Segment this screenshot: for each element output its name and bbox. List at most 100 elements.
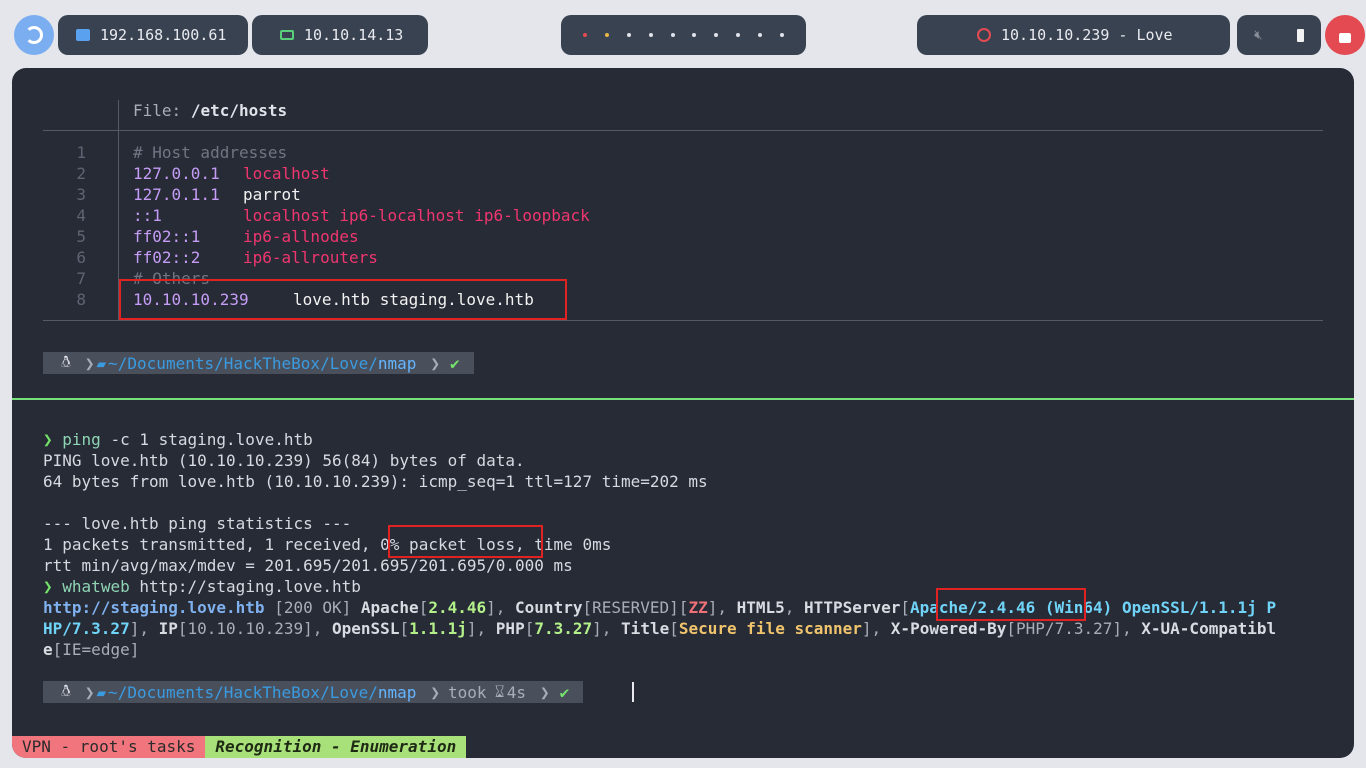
- prompt-symbol: ❯: [43, 430, 53, 449]
- text-cursor[interactable]: [632, 682, 634, 702]
- ww-value: 2.4.46: [428, 598, 487, 617]
- took-label: took: [448, 682, 487, 702]
- hosts-name: localhost ip6-localhost ip6-loopback: [243, 206, 590, 225]
- linux-icon: 🐧︎: [61, 681, 71, 700]
- ww-value: Secure file scanner: [678, 619, 862, 638]
- line-number: 4: [76, 206, 86, 225]
- highlight-apache-version: [936, 588, 1086, 621]
- workspace-9[interactable]: [758, 33, 763, 37]
- workspace-1[interactable]: [582, 33, 587, 37]
- command-line-whatweb: ❯ whatweb http://staging.love.htb: [43, 576, 361, 597]
- status-segment: ❯ ✔: [531, 681, 584, 703]
- hosts-ip: ff02::1: [133, 227, 201, 246]
- hosts-name: ip6-allrouters: [243, 248, 378, 267]
- system-tray[interactable]: 🔇︎: [1237, 15, 1321, 55]
- window-tab-active[interactable]: Recognition - Enumeration: [205, 736, 467, 758]
- ww-label: IP: [158, 619, 178, 638]
- terminal-window[interactable]: File: /etc/hosts 1 2 3 4 5 6 7 8 # Host …: [12, 68, 1354, 758]
- path-current: nmap: [377, 353, 417, 373]
- workspace-6[interactable]: [692, 33, 697, 37]
- path-prefix: ~/Documents/HackTheBox/Love/: [108, 353, 378, 373]
- whatweb-output-line: e[IE=edge]: [43, 640, 140, 659]
- local-ip-widget[interactable]: 192.168.100.61: [58, 15, 248, 55]
- ww-label: X-Powered-By: [890, 619, 1007, 638]
- battery-icon: [1296, 28, 1304, 42]
- linux-icon: 🐧︎: [61, 352, 71, 371]
- hosts-comment: # Host addresses: [133, 143, 288, 162]
- volume-muted-icon[interactable]: 🔇︎: [1254, 28, 1262, 43]
- output-line: PING love.htb (10.10.10.239) 56(84) byte…: [43, 451, 525, 470]
- whatweb-status: [200 OK]: [264, 598, 361, 617]
- folder-icon: ▰: [96, 353, 107, 373]
- ww-value: HP/7.3.27: [43, 619, 130, 638]
- ww-label: HTML5: [736, 598, 785, 617]
- highlight-hosts-entry: [119, 279, 567, 320]
- command-name: ping: [62, 430, 101, 449]
- file-footer-rule: [43, 320, 1323, 321]
- local-ip-text: 192.168.100.61: [100, 26, 227, 44]
- parrot-menu-icon[interactable]: [14, 15, 54, 55]
- line-number: 5: [76, 227, 86, 246]
- ww-value: 1.1.1j: [409, 619, 467, 638]
- folder-icon: ▰: [96, 682, 107, 702]
- file-header-rule: [43, 130, 1323, 131]
- target-widget[interactable]: 10.10.10.239 - Love: [917, 15, 1230, 55]
- vpn-ip-widget[interactable]: 10.10.14.13: [252, 15, 428, 55]
- highlight-packet-loss: [388, 525, 543, 558]
- file-header-label: File:: [133, 101, 182, 120]
- line-number: 3: [76, 185, 86, 204]
- workspace-7[interactable]: [714, 33, 719, 37]
- workspace-3[interactable]: [626, 33, 631, 37]
- ww-label: HTTPServer: [804, 598, 901, 617]
- hosts-ip: ff02::2: [133, 248, 201, 267]
- ww-value: PHP/7.3.27: [1016, 619, 1113, 638]
- target-text: 10.10.10.239 - Love: [1001, 26, 1173, 44]
- ww-label: X-UA-Compatibl: [1141, 619, 1277, 638]
- workspace-2[interactable]: [604, 33, 609, 37]
- session-tab[interactable]: VPN - root's tasks: [12, 736, 206, 758]
- target-icon: [977, 28, 991, 42]
- file-header-name: /etc/hosts: [190, 101, 288, 120]
- output-line: 64 bytes from love.htb (10.10.10.239): i…: [43, 472, 708, 491]
- prompt-symbol: ❯: [43, 577, 53, 596]
- shell-prompt: 🐧︎ ❯ ▰ ~/Documents/HackTheBox/Love/nmap ❯ t…: [43, 681, 584, 703]
- line-number: 8: [76, 290, 86, 309]
- path-segment: ❯ ▰ ~/Documents/HackTheBox/Love/nmap: [76, 681, 423, 703]
- workspace-10[interactable]: [780, 33, 785, 37]
- tmux-status-bar: VPN - root's tasks Recognition - Enumera…: [12, 736, 467, 758]
- lock-icon: [1339, 32, 1351, 43]
- file-header: File: /etc/hosts: [133, 100, 287, 121]
- ww-label: Title: [621, 619, 670, 638]
- ww-label: PHP: [495, 619, 525, 638]
- workspace-switcher[interactable]: [561, 15, 806, 55]
- hosts-ip: 127.0.0.1: [133, 164, 220, 183]
- ww-value: 7.3.27: [534, 619, 593, 638]
- hosts-name: parrot: [243, 185, 301, 204]
- whatweb-output-line: http://staging.love.htb [200 OK] Apache[…: [43, 598, 1277, 617]
- duration-segment: ❯ took ⌛︎ 4s: [422, 681, 532, 703]
- workspace-8[interactable]: [736, 33, 741, 37]
- ww-label: OpenSSL: [332, 619, 400, 638]
- vpn-ip-text: 10.10.14.13: [304, 26, 404, 44]
- line-number: 6: [76, 248, 86, 267]
- hosts-name: ip6-allnodes: [243, 227, 359, 246]
- ww-value: 10.10.10.239: [187, 619, 304, 638]
- command-line-ping: ❯ ping -c 1 staging.love.htb: [43, 429, 313, 450]
- shell-prompt: 🐧︎ ❯ ▰ ~/Documents/HackTheBox/Love/nmap ❯ ✔: [43, 352, 474, 374]
- took-value: 4s: [506, 682, 526, 702]
- laptop-icon: [280, 30, 294, 40]
- check-icon: ✔: [559, 682, 570, 702]
- output-line: --- love.htb ping statistics ---: [43, 514, 352, 533]
- hosts-ip: 127.0.1.1: [133, 185, 220, 204]
- gutter-divider-top: [118, 100, 119, 130]
- workspace-4[interactable]: [648, 33, 653, 37]
- command-args: http://staging.love.htb: [129, 577, 361, 596]
- workspace-5[interactable]: [670, 33, 675, 37]
- ww-label: Apache: [360, 598, 419, 617]
- hosts-ip: ::1: [133, 206, 162, 225]
- line-number: 1: [76, 143, 86, 162]
- command-args: -c 1 staging.love.htb: [100, 430, 313, 449]
- status-segment: ❯ ✔: [422, 352, 474, 374]
- path-current: nmap: [377, 682, 417, 702]
- lock-screen-button[interactable]: [1325, 15, 1365, 55]
